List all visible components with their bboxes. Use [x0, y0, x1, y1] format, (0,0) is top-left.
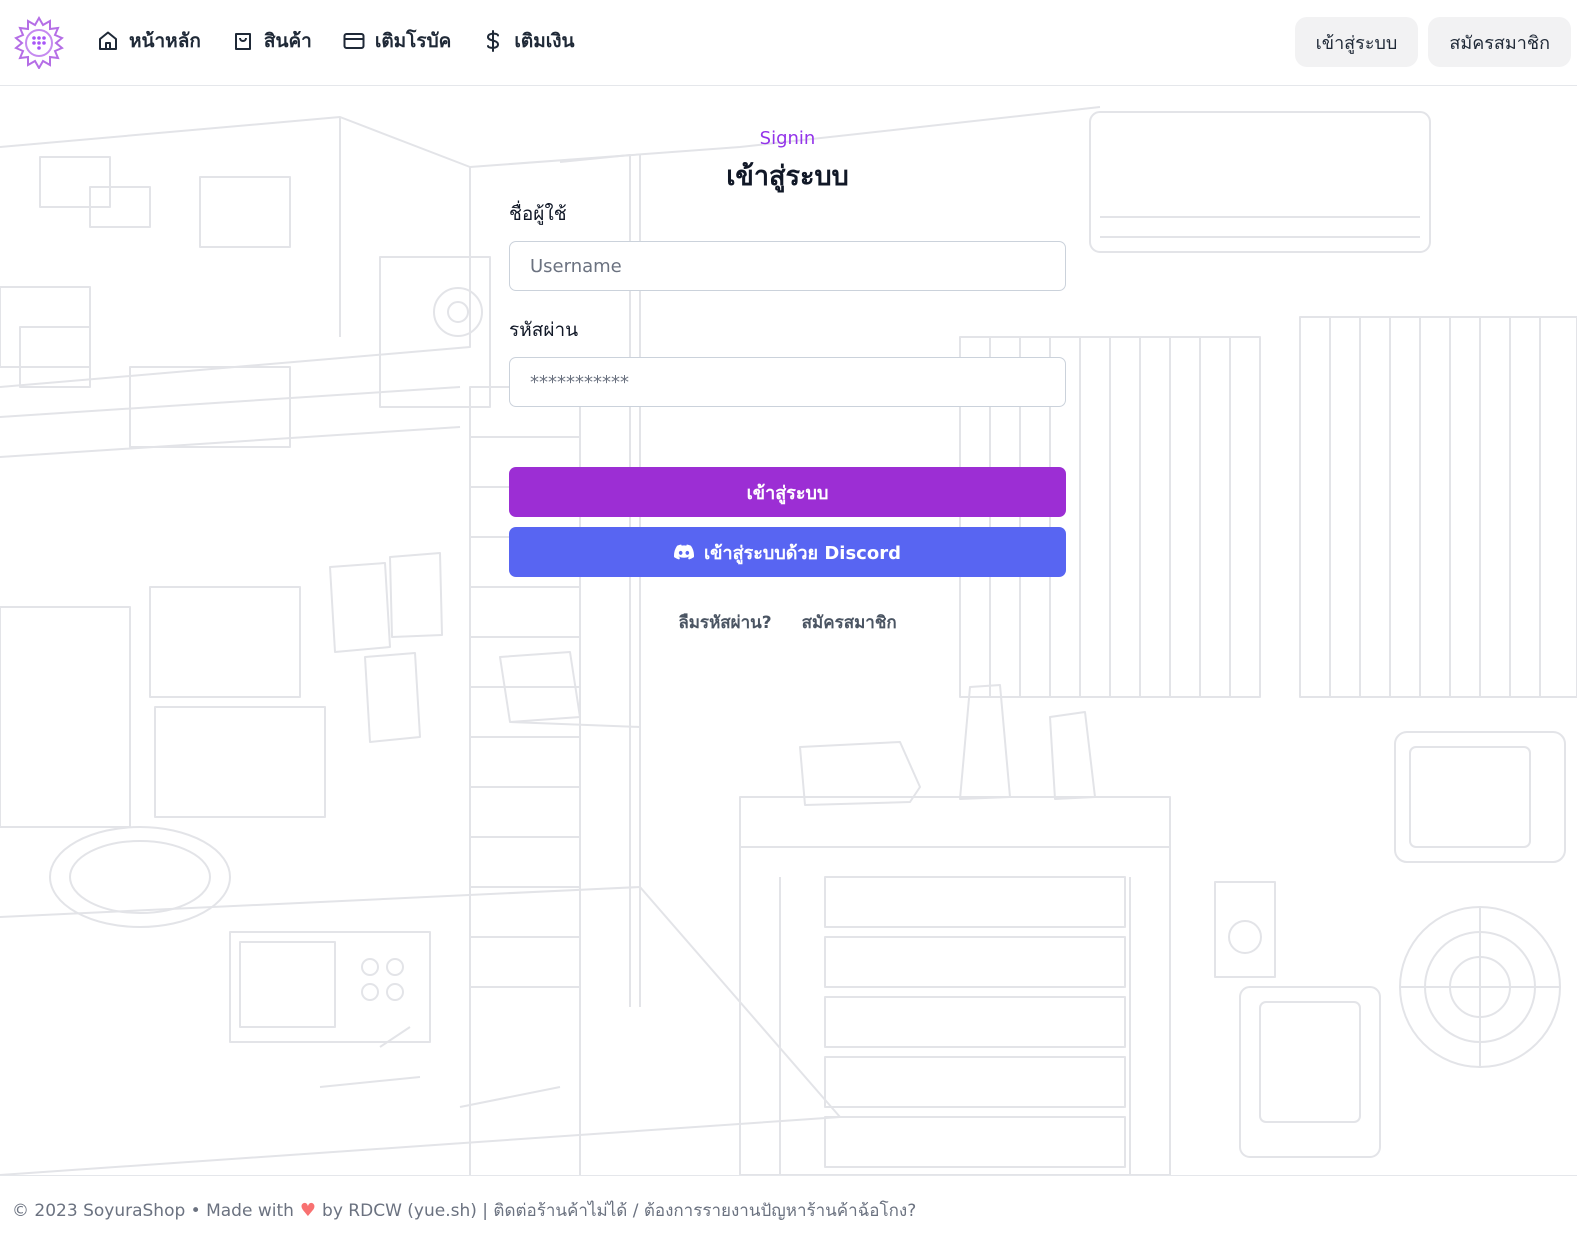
form-eyebrow: Signin: [759, 128, 816, 149]
footer: © 2023 SoyuraShop • Made with ♥ by RDCW …: [0, 1175, 1577, 1243]
nav-item-label: เติมเงิน: [514, 30, 575, 52]
discord-login-label: เข้าสู่ระบบด้วย Discord: [704, 542, 901, 564]
page-title: เข้าสู่ระบบ: [726, 161, 849, 192]
signin-submit-button[interactable]: เข้าสู่ระบบ: [509, 467, 1066, 517]
register-link[interactable]: สมัครสมาชิก: [802, 609, 897, 636]
nav-item-topup[interactable]: เติมเงิน: [481, 26, 575, 56]
register-button[interactable]: สมัครสมาชิก: [1428, 17, 1571, 67]
nav-item-label: หน้าหลัก: [129, 30, 201, 52]
password-input[interactable]: [509, 357, 1066, 407]
nav-item-products[interactable]: สินค้า: [231, 26, 312, 56]
auth-actions: เข้าสู่ระบบ สมัครสมาชิก: [1294, 17, 1571, 67]
shopping-bag-icon: [234, 33, 251, 50]
main-nav: หน้าหลัก สินค้า เติมโรบัค เติมเงิน: [96, 23, 575, 59]
home-icon: [99, 31, 117, 50]
form-links: ลืมรหัสผ่าน? สมัครสมาชิก: [509, 609, 1066, 636]
navbar: หน้าหลัก สินค้า เติมโรบัค เติมเงิน เข้าส…: [0, 0, 1577, 86]
discord-icon: [674, 544, 694, 560]
footer-copyright: © 2023 SoyuraShop • Made with: [12, 1200, 294, 1221]
flower-logo-icon[interactable]: [12, 15, 66, 69]
nav-item-label: สินค้า: [263, 30, 312, 52]
nav-item-label: เติมโรบัค: [374, 30, 452, 52]
username-label: ชื่อผู้ใช้: [509, 203, 567, 225]
dollar-icon: [487, 30, 500, 52]
forgot-password-link[interactable]: ลืมรหัสผ่าน?: [678, 609, 771, 636]
footer-credits-link[interactable]: by RDCW (yue.sh) | ติดต่อร้านค้าไม่ได้ /…: [322, 1197, 916, 1224]
signin-submit-label: เข้าสู่ระบบ: [746, 482, 829, 504]
discord-login-button[interactable]: เข้าสู่ระบบด้วย Discord: [509, 527, 1066, 577]
signin-form: Signin เข้าสู่ระบบ ชื่อผู้ใช้ รหัสผ่าน เ…: [509, 125, 1066, 636]
footer-text: © 2023 SoyuraShop • Made with ♥ by RDCW …: [12, 1197, 916, 1224]
username-input[interactable]: [509, 241, 1066, 291]
heart-icon: ♥: [299, 1200, 317, 1221]
login-button[interactable]: เข้าสู่ระบบ: [1294, 17, 1419, 67]
credit-card-icon: [343, 33, 365, 49]
nav-item-home[interactable]: หน้าหลัก: [96, 26, 201, 56]
password-label: รหัสผ่าน: [509, 319, 579, 341]
nav-item-topup-robux[interactable]: เติมโรบัค: [342, 26, 452, 56]
